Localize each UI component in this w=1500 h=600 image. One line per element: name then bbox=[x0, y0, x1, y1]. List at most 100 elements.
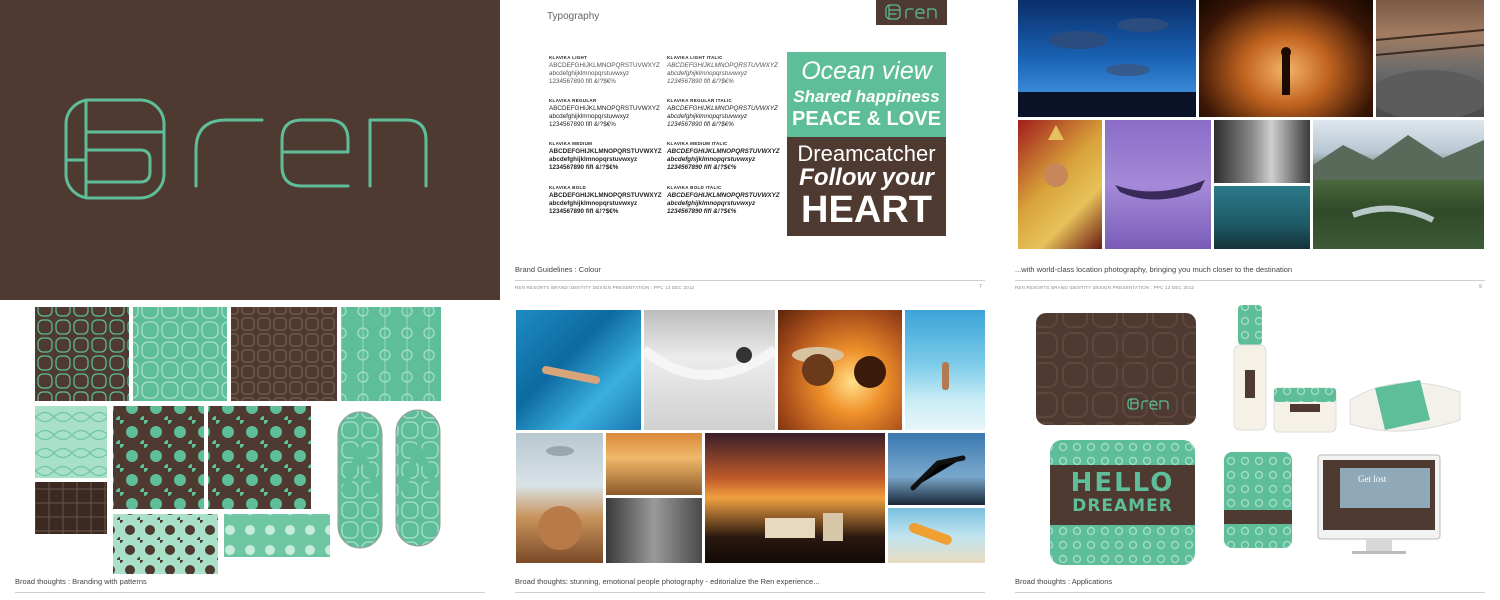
font-lowercase: abcdefghijklmnopqrstuvwxyz bbox=[549, 156, 638, 163]
font-lowercase: abcdefghijklmnopqrstuvwxyz bbox=[667, 156, 756, 163]
towel-mockup bbox=[1349, 380, 1461, 432]
beach-woman-photo bbox=[905, 310, 985, 430]
pattern-swatch bbox=[231, 307, 337, 401]
sample-follow-your: Follow your bbox=[799, 164, 934, 191]
font-lowercase: abcdefghijklmnopqrstuvwxyz bbox=[549, 113, 630, 120]
shower-photo bbox=[516, 433, 603, 563]
font-specimen-regular: KLAVIKA REGULAR ABCDEFGHIJKLMNOPQRSTUVWX… bbox=[549, 98, 667, 129]
underwater-photo bbox=[1214, 186, 1310, 249]
pattern-swatch bbox=[113, 514, 218, 574]
font-specimen-medium-italic: KLAVIKA MEDIUM ITALIC ABCDEFGHIJKLMNOPQR… bbox=[667, 141, 785, 172]
page-number: 7 bbox=[979, 284, 982, 290]
sample-peace-love: PEACE & LOVE bbox=[792, 108, 941, 130]
font-name: KLAVIKA REGULAR ITALIC bbox=[667, 98, 733, 103]
dreamer-text: DREAMER bbox=[1072, 496, 1173, 516]
cave-photo bbox=[1199, 0, 1373, 117]
typography-header: Typography bbox=[547, 11, 600, 22]
thai-dancer-photo bbox=[1018, 120, 1102, 249]
ren-logo-small bbox=[876, 0, 947, 25]
mountains-photo bbox=[1313, 120, 1484, 249]
beach-dinner-photo bbox=[705, 433, 885, 563]
hello-text: HELLO bbox=[1070, 468, 1175, 498]
brown-card-mockup bbox=[1036, 313, 1196, 425]
yoga-photo bbox=[888, 433, 985, 505]
font-uppercase: ABCDEFGHIJKLMNOPQRSTUVWXYZ bbox=[549, 148, 662, 155]
footer-text: REN RESORTS BRAND IDENTITY DESIGN PRESEN… bbox=[1015, 285, 1195, 290]
caption-patterns: Broad thoughts : Branding with patterns bbox=[15, 577, 147, 586]
sample-ocean-view: Ocean view bbox=[801, 57, 932, 85]
sample-shared-happiness: Shared happiness bbox=[793, 87, 940, 106]
font-numerals: 1234567890 fifl &!?$€% bbox=[667, 78, 734, 85]
beach-run-photo bbox=[606, 433, 702, 495]
font-specimen-bold-italic: KLAVIKA BOLD ITALIC ABCDEFGHIJKLMNOPQRST… bbox=[667, 185, 785, 216]
flip-flops bbox=[337, 409, 441, 549]
font-name: KLAVIKA LIGHT ITALIC bbox=[667, 55, 723, 60]
font-specimen-bold: KLAVIKA BOLD ABCDEFGHIJKLMNOPQRSTUVWXYZ … bbox=[549, 185, 667, 216]
sample-heart: HEART bbox=[801, 189, 932, 231]
group-laughing-photo bbox=[606, 498, 702, 563]
font-lowercase: abcdefghijklmnopqrstuvwxyz bbox=[549, 70, 630, 77]
caption-people: Broad thoughts: stunning, emotional peop… bbox=[515, 577, 820, 586]
footer-text: REN RESORTS BRAND IDENTITY DESIGN PRESEN… bbox=[515, 285, 695, 290]
location-photo-panel: ...with world-class location photography… bbox=[1000, 0, 1500, 300]
font-numerals: 1234567890 fifl &!?$€% bbox=[549, 164, 619, 171]
aquarium-photo bbox=[1018, 0, 1196, 117]
pattern-swatch bbox=[341, 307, 441, 401]
application-mockups bbox=[1036, 305, 1461, 565]
pattern-swatch bbox=[113, 406, 204, 509]
font-name: KLAVIKA MEDIUM ITALIC bbox=[667, 141, 728, 146]
patterns-panel: Broad thoughts : Branding with patterns bbox=[0, 300, 500, 600]
font-lowercase: abcdefghijklmnopqrstuvwxyz bbox=[549, 200, 638, 207]
bottle-mockup bbox=[1238, 305, 1262, 345]
font-numerals: 1234567890 fifl &!?$€% bbox=[549, 78, 616, 85]
hammock-photo bbox=[644, 310, 775, 430]
pattern-swatch bbox=[133, 307, 227, 401]
street-photo bbox=[1214, 120, 1310, 183]
font-specimen-medium: KLAVIKA MEDIUM ABCDEFGHIJKLMNOPQRSTUVWXY… bbox=[549, 141, 667, 172]
font-name: KLAVIKA BOLD bbox=[549, 185, 587, 190]
font-name: KLAVIKA BOLD ITALIC bbox=[667, 185, 722, 190]
font-uppercase: ABCDEFGHIJKLMNOPQRSTUVWXYZ bbox=[667, 148, 780, 155]
tulou-photo bbox=[1376, 0, 1484, 117]
sunset-couple-photo bbox=[778, 310, 902, 430]
font-name: KLAVIKA MEDIUM bbox=[549, 141, 593, 146]
font-specimen-light-italic: KLAVIKA LIGHT ITALIC ABCDEFGHIJKLMNOPQRS… bbox=[667, 55, 785, 86]
font-uppercase: ABCDEFGHIJKLMNOPQRSTUVWXYZ bbox=[549, 192, 662, 199]
pattern-swatches bbox=[35, 307, 441, 574]
font-uppercase: ABCDEFGHIJKLMNOPQRSTUVWXYZ bbox=[667, 105, 778, 112]
page-number: 9 bbox=[1479, 284, 1482, 290]
type-sample-green: Ocean view Shared happiness PEACE & LOVE bbox=[787, 52, 946, 137]
font-numerals: 1234567890 fifl &!?$€% bbox=[667, 208, 737, 215]
ren-logo bbox=[64, 98, 428, 200]
pool-swimmer-photo bbox=[516, 310, 641, 430]
font-name: KLAVIKA REGULAR bbox=[549, 98, 597, 103]
font-numerals: 1234567890 fifl &!?$€% bbox=[549, 121, 616, 128]
font-numerals: 1234567890 fifl &!?$€% bbox=[667, 121, 734, 128]
applications-panel: HELLO DREAMER Get lost Broad thoughts : … bbox=[1000, 300, 1500, 600]
website-heading: Get lost bbox=[1358, 474, 1387, 484]
font-specimen-regular-italic: KLAVIKA REGULAR ITALIC ABCDEFGHIJKLMNOPQ… bbox=[667, 98, 785, 129]
font-numerals: 1234567890 fifl &!?$€% bbox=[549, 208, 619, 215]
pattern-swatch bbox=[224, 514, 330, 557]
pattern-swatch bbox=[208, 406, 311, 509]
logo-panel bbox=[0, 0, 500, 300]
font-uppercase: ABCDEFGHIJKLMNOPQRSTUVWXYZ bbox=[549, 105, 660, 112]
font-specimen-light: KLAVIKA LIGHT ABCDEFGHIJKLMNOPQRSTUVWXYZ… bbox=[549, 55, 667, 86]
surfer-photo bbox=[888, 508, 985, 563]
font-name: KLAVIKA LIGHT bbox=[549, 55, 588, 60]
font-uppercase: ABCDEFGHIJKLMNOPQRSTUVWXYZ bbox=[667, 192, 780, 199]
type-sample-brown: Dreamcatcher Follow your HEART bbox=[787, 137, 946, 236]
font-numerals: 1234567890 fifl &!?$€% bbox=[667, 164, 737, 171]
pattern-swatch bbox=[35, 406, 107, 478]
caption-photography: ...with world-class location photography… bbox=[1015, 265, 1293, 274]
pattern-swatch bbox=[35, 482, 107, 534]
font-uppercase: ABCDEFGHIJKLMNOPQRSTUVWXYZ bbox=[667, 62, 778, 69]
caption-applications: Broad thoughts : Applications bbox=[1015, 577, 1113, 586]
font-lowercase: abcdefghijklmnopqrstuvwxyz bbox=[667, 200, 756, 207]
font-uppercase: ABCDEFGHIJKLMNOPQRSTUVWXYZ bbox=[549, 62, 660, 69]
people-photo-panel: Broad thoughts: stunning, emotional peop… bbox=[500, 300, 1000, 600]
phone-case-mockup bbox=[1224, 452, 1292, 548]
pattern-swatch bbox=[35, 307, 129, 401]
caption-colour: Brand Guidelines : Colour bbox=[515, 265, 601, 274]
longtail-boat-photo bbox=[1105, 120, 1211, 249]
